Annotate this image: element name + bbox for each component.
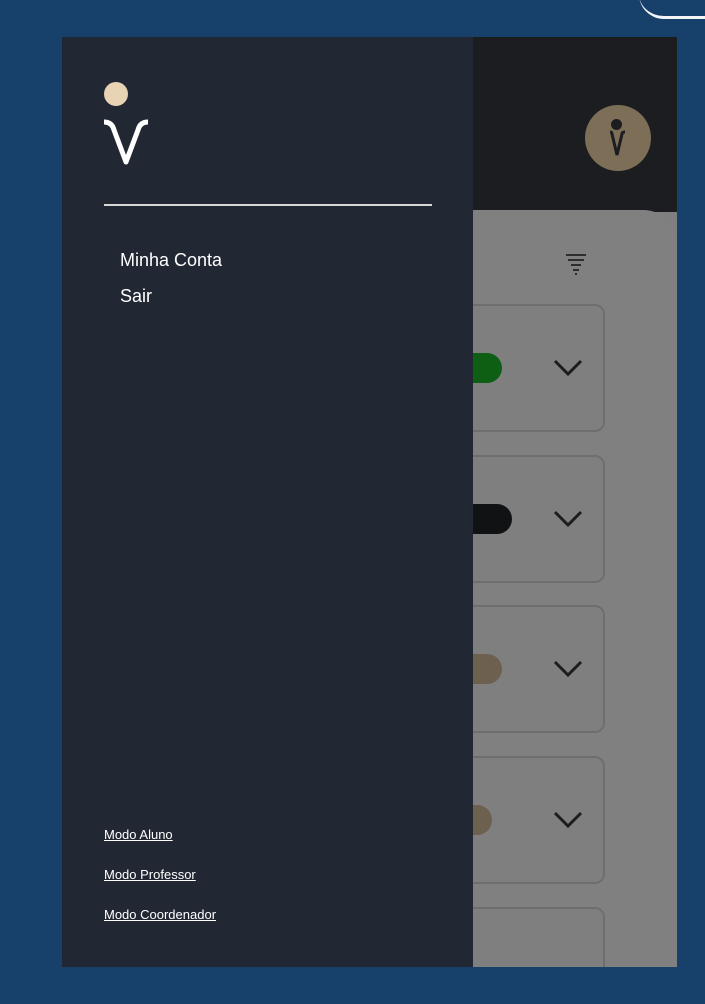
mode-links: Modo Aluno Modo Professor Modo Coordenad… (104, 826, 216, 946)
chevron-down-icon[interactable] (553, 811, 583, 829)
menu-item-minha-conta[interactable]: Minha Conta (120, 248, 222, 272)
drawer-divider (104, 204, 432, 206)
chevron-down-icon[interactable] (553, 359, 583, 377)
mode-aluno-link[interactable]: Modo Aluno (104, 826, 216, 844)
chevron-down-icon[interactable] (553, 510, 583, 528)
mode-professor-link[interactable]: Modo Professor (104, 866, 216, 884)
mode-coordenador-link[interactable]: Modo Coordenador (104, 906, 216, 924)
menu-item-sair[interactable]: Sair (120, 284, 222, 308)
logo-v-shape (103, 119, 149, 165)
drawer-menu: Minha Conta Sair (120, 248, 222, 320)
avatar[interactable] (585, 105, 651, 171)
avatar-icon (609, 130, 626, 156)
app-screen: Minha Conta Sair Modo Aluno Modo Profess… (62, 37, 677, 967)
logo-dot (104, 82, 128, 106)
filter-icon[interactable] (565, 251, 587, 277)
corner-swoosh-decoration (639, 0, 705, 19)
navigation-drawer: Minha Conta Sair Modo Aluno Modo Profess… (62, 37, 473, 967)
chevron-down-icon[interactable] (553, 660, 583, 678)
institution-logo-icon (102, 82, 150, 172)
